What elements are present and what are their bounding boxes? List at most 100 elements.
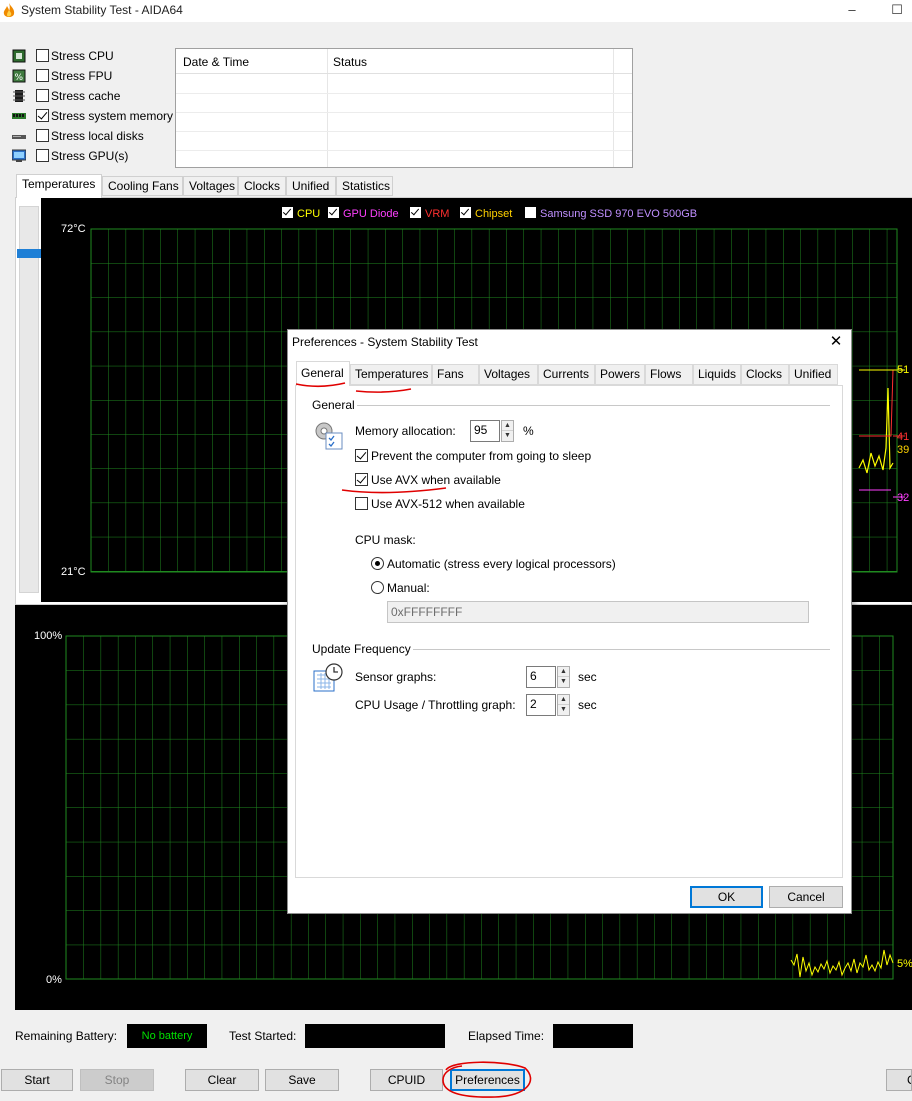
use-avx512-checkbox[interactable] xyxy=(355,497,368,510)
graph-scrollbar-thumb[interactable] xyxy=(17,249,41,258)
legend-ssd[interactable]: Samsung SSD 970 EVO 500GB xyxy=(525,207,697,220)
status-column-header[interactable]: Status xyxy=(333,55,367,69)
stress-memory-checkbox[interactable] xyxy=(36,109,49,122)
cpu-usage-graph-label: CPU Usage / Throttling graph: xyxy=(355,698,516,712)
dialog-ok-button[interactable]: OK xyxy=(690,886,763,908)
title-bar: System Stability Test - AIDA64 – ☐ xyxy=(0,0,912,22)
stress-disks-checkbox[interactable] xyxy=(36,129,49,142)
update-frequency-group-label: Update Frequency xyxy=(312,642,411,656)
minimize-button[interactable]: – xyxy=(832,0,872,22)
stress-fpu-label: Stress FPU xyxy=(51,69,113,83)
legend-gpu-diode-checkbox[interactable] xyxy=(328,207,339,218)
preferences-dialog: Preferences - System Stability Test ✕ Ge… xyxy=(287,329,852,914)
cpu-usage-graph-unit: sec xyxy=(578,698,597,712)
memory-allocation-input[interactable]: 95 xyxy=(470,420,500,442)
stress-gpu-option[interactable]: Stress GPU(s) xyxy=(12,147,182,165)
legend-chipset-checkbox[interactable] xyxy=(460,207,471,218)
cpu-usage-graph-spinner[interactable]: ▲ ▼ xyxy=(557,694,570,716)
dialog-cancel-button[interactable]: Cancel xyxy=(769,886,843,908)
tab-statistics[interactable]: Statistics xyxy=(336,176,393,196)
spin-down-icon[interactable]: ▼ xyxy=(558,705,569,715)
dialog-tab-powers[interactable]: Powers xyxy=(595,364,645,385)
dialog-tab-general[interactable]: General xyxy=(296,361,350,386)
tab-unified[interactable]: Unified xyxy=(286,176,336,196)
stress-cache-label: Stress cache xyxy=(51,89,121,103)
dialog-tab-temperatures[interactable]: Temperatures xyxy=(350,364,432,385)
tab-clocks[interactable]: Clocks xyxy=(238,176,286,196)
dialog-tab-clocks[interactable]: Clocks xyxy=(741,364,789,385)
spin-up-icon[interactable]: ▲ xyxy=(558,695,569,705)
start-button[interactable]: Start xyxy=(1,1069,73,1091)
spin-up-icon[interactable]: ▲ xyxy=(502,421,513,431)
preferences-button[interactable]: Preferences xyxy=(450,1069,525,1091)
legend-vrm[interactable]: VRM xyxy=(410,207,449,220)
manual-label: Manual: xyxy=(387,581,430,595)
manual-radio[interactable] xyxy=(371,581,384,594)
cpuid-button[interactable]: CPUID xyxy=(370,1069,443,1091)
spin-down-icon[interactable]: ▼ xyxy=(558,677,569,687)
temp-y-min-label: 21°C xyxy=(61,566,86,578)
spin-down-icon[interactable]: ▼ xyxy=(502,431,513,441)
legend-vrm-label: VRM xyxy=(425,208,450,220)
stress-fpu-checkbox[interactable] xyxy=(36,69,49,82)
tab-voltages[interactable]: Voltages xyxy=(183,176,238,196)
legend-cpu-checkbox[interactable] xyxy=(282,207,293,218)
stop-button[interactable]: Stop xyxy=(80,1069,154,1091)
tab-temperatures[interactable]: Temperatures xyxy=(16,174,102,198)
legend-vrm-checkbox[interactable] xyxy=(410,207,421,218)
dialog-title: Preferences - System Stability Test xyxy=(292,335,478,349)
dialog-tab-flows[interactable]: Flows xyxy=(645,364,693,385)
cpu-mask-input[interactable]: 0xFFFFFFFF xyxy=(387,601,809,623)
legend-cpu[interactable]: CPU xyxy=(282,207,320,220)
stress-gpu-checkbox[interactable] xyxy=(36,149,49,162)
test-started-label: Test Started: xyxy=(229,1029,297,1043)
legend-gpu-diode-label: GPU Diode xyxy=(343,208,399,220)
stress-memory-label: Stress system memory xyxy=(51,109,174,123)
elapsed-time-label: Elapsed Time: xyxy=(468,1029,545,1043)
close-button[interactable]: C xyxy=(886,1069,912,1091)
use-avx-checkbox[interactable] xyxy=(355,473,368,486)
graph-scrollbar[interactable] xyxy=(17,206,41,593)
cache-icon xyxy=(13,90,25,102)
sensor-graphs-spinner[interactable]: ▲ ▼ xyxy=(557,666,570,688)
spin-up-icon[interactable]: ▲ xyxy=(558,667,569,677)
legend-chipset[interactable]: Chipset xyxy=(460,207,512,220)
maximize-button[interactable]: ☐ xyxy=(877,0,912,22)
dialog-close-icon[interactable]: ✕ xyxy=(825,332,847,352)
cpu-icon xyxy=(12,49,26,63)
automatic-radio[interactable] xyxy=(371,557,384,570)
datetime-column-header[interactable]: Date & Time xyxy=(183,55,249,69)
dialog-tab-fans[interactable]: Fans xyxy=(432,364,479,385)
test-started-value xyxy=(305,1024,445,1048)
stress-memory-option[interactable]: Stress system memory xyxy=(12,107,182,125)
elapsed-time-value xyxy=(553,1024,633,1048)
stress-cpu-option[interactable]: Stress CPU xyxy=(12,47,182,65)
status-table[interactable]: Date & Time Status xyxy=(175,48,633,168)
stress-cache-option[interactable]: Stress cache xyxy=(12,87,182,105)
window-title: System Stability Test - AIDA64 xyxy=(21,3,183,17)
save-button[interactable]: Save xyxy=(265,1069,339,1091)
sensor-graphs-label: Sensor graphs: xyxy=(355,670,437,684)
sensor-graphs-input[interactable]: 6 xyxy=(526,666,556,688)
stress-cpu-checkbox[interactable] xyxy=(36,49,49,62)
stress-fpu-option[interactable]: % Stress FPU xyxy=(12,67,182,85)
tab-cooling-fans[interactable]: Cooling Fans xyxy=(102,176,183,196)
stress-gpu-label: Stress GPU(s) xyxy=(51,149,129,163)
clear-button[interactable]: Clear xyxy=(185,1069,259,1091)
memory-allocation-spinner[interactable]: ▲ ▼ xyxy=(501,420,514,442)
dialog-tab-unified[interactable]: Unified xyxy=(789,364,838,385)
battery-value: No battery xyxy=(127,1024,207,1048)
stress-cache-checkbox[interactable] xyxy=(36,89,49,102)
legend-gpu-diode[interactable]: GPU Diode xyxy=(328,207,399,220)
clock-icon xyxy=(313,663,343,692)
cpu-usage-graph-input[interactable]: 2 xyxy=(526,694,556,716)
dialog-tab-liquids[interactable]: Liquids xyxy=(693,364,741,385)
legend-ssd-checkbox[interactable] xyxy=(525,207,536,218)
dialog-tab-currents[interactable]: Currents xyxy=(538,364,595,385)
legend-cpu-label: CPU xyxy=(297,208,321,220)
cpu-mask-label: CPU mask: xyxy=(355,533,416,547)
stress-cpu-label: Stress CPU xyxy=(51,49,114,63)
dialog-tab-voltages[interactable]: Voltages xyxy=(479,364,538,385)
prevent-sleep-checkbox[interactable] xyxy=(355,449,368,462)
stress-disks-option[interactable]: Stress local disks xyxy=(12,127,182,145)
